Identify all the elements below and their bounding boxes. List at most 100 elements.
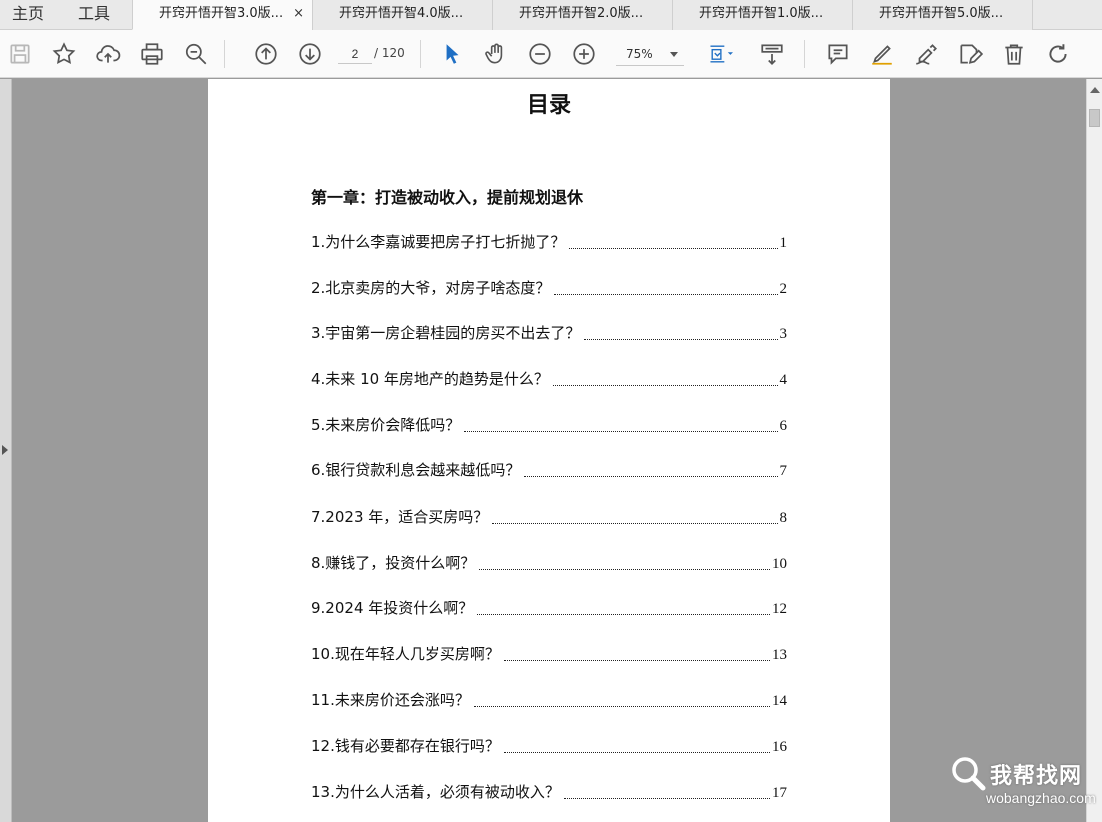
tab-bar-empty <box>1032 0 1102 29</box>
zoom-select[interactable]: 75% <box>616 44 684 66</box>
toc-entry-title: 13.为什么人活着，必须有被动收入？ <box>311 783 560 801</box>
magnifier-logo-icon <box>952 757 986 791</box>
toc-entry-page: 1 <box>779 235 788 251</box>
toc-entry[interactable]: 3.宇宙第一房企碧桂园的房买不出去了？ 3 <box>311 322 787 346</box>
toc-entry-title: 10.现在年轻人几岁买房啊？ <box>311 645 500 663</box>
toc-entry[interactable]: 5.未来房价会降低吗？ 6 <box>311 414 787 438</box>
rotate-icon[interactable] <box>1042 38 1074 70</box>
dot-leader <box>479 569 770 570</box>
comment-icon[interactable] <box>822 38 854 70</box>
edit-icon[interactable] <box>954 38 986 70</box>
dot-leader <box>492 523 778 524</box>
sign-icon[interactable] <box>910 38 942 70</box>
toc-entry-title: 5.未来房价会降低吗？ <box>311 416 461 434</box>
chapter-heading: 第一章：打造被动收入，提前规划退休 <box>311 188 584 207</box>
star-icon[interactable] <box>48 38 80 70</box>
toc-entry-page: 10 <box>772 556 787 572</box>
toc-entry-title: 8.赚钱了，投资什么啊？ <box>311 554 476 572</box>
toc-entry[interactable]: 10.现在年轻人几岁买房啊？ 13 <box>311 643 787 667</box>
page-title: 目录 <box>526 93 571 118</box>
upload-cloud-icon[interactable] <box>92 38 124 70</box>
toc-entry-title: 3.宇宙第一房企碧桂园的房买不出去了？ <box>311 324 581 342</box>
toc-entry-page: 4 <box>779 372 788 388</box>
prev-page-icon[interactable] <box>250 38 282 70</box>
toc-entry[interactable]: 4.未来 10 年房地产的趋势是什么？ 4 <box>311 368 787 392</box>
scroll-mode-icon[interactable] <box>756 38 788 70</box>
save-icon[interactable] <box>4 38 36 70</box>
toc-entry[interactable]: 11.未来房价还会涨吗？ 14 <box>311 689 787 713</box>
document-tab[interactable]: 开窍开悟开智4.0版... <box>312 0 492 30</box>
scroll-up-icon[interactable] <box>1090 87 1100 93</box>
toc-entry-page: 16 <box>772 739 787 755</box>
document-tab-label: 开窍开悟开智1.0版... <box>699 6 824 21</box>
watermark-text: 我帮找网 <box>990 764 1083 789</box>
document-tab-label: 开窍开悟开智5.0版... <box>879 6 1004 21</box>
dot-leader <box>584 339 778 340</box>
toc-entry-page: 17 <box>772 785 787 801</box>
zoom-search-icon[interactable] <box>180 38 212 70</box>
dot-leader <box>563 798 770 799</box>
toc-entry-title: 12.钱有必要都存在银行吗？ <box>311 737 500 755</box>
pdf-reader-app: 主页 工具 开窍开悟开智3.0版... × 开窍开悟开智4.0版... 开窍开悟… <box>0 0 1102 822</box>
toc-entry-title: 7.2023 年，适合买房吗？ <box>311 508 489 526</box>
document-tab[interactable]: 开窍开悟开智1.0版... <box>672 0 852 30</box>
watermark: 我帮找网 wobangzhao.com <box>946 752 1096 818</box>
toc-entry-page: 2 <box>779 281 788 297</box>
tab-bar: 主页 工具 开窍开悟开智3.0版... × 开窍开悟开智4.0版... 开窍开悟… <box>0 0 1102 30</box>
scrollbar-thumb[interactable] <box>1089 109 1100 127</box>
side-panel-toggle[interactable] <box>0 79 12 822</box>
toc-entry[interactable]: 7.2023 年，适合买房吗？ 8 <box>311 506 787 530</box>
close-tab-icon[interactable]: × <box>293 0 304 28</box>
document-tab[interactable]: 开窍开悟开智2.0版... <box>492 0 672 30</box>
document-page: 目录 第一章：打造被动收入，提前规划退休 1.为什么李嘉诚要把房子打七折抛了？ 1… <box>208 79 890 822</box>
fit-page-icon[interactable] <box>700 38 740 70</box>
dot-leader <box>477 614 770 615</box>
toc-entry[interactable]: 9.2024 年投资什么啊？ 12 <box>311 597 787 621</box>
toc-entry-page: 7 <box>779 463 788 479</box>
toc-entry[interactable]: 8.赚钱了，投资什么啊？ 10 <box>311 552 787 576</box>
toc-entry[interactable]: 1.为什么李嘉诚要把房子打七折抛了？ 1 <box>311 231 787 255</box>
toc-entry-title: 9.2024 年投资什么啊？ <box>311 599 474 617</box>
toc-entry-title: 6.银行贷款利息会越来越低吗？ <box>311 461 521 479</box>
vertical-scrollbar[interactable] <box>1086 79 1102 822</box>
expand-panel-icon <box>2 445 8 455</box>
current-page-input[interactable] <box>338 44 372 64</box>
toc-entry-page: 6 <box>779 418 788 434</box>
toolbar-separator <box>420 40 421 68</box>
dot-leader <box>524 476 778 477</box>
toc-entry[interactable]: 6.银行贷款利息会越来越低吗？ 7 <box>311 459 787 483</box>
toolbar-separator <box>224 40 225 68</box>
dot-leader <box>569 248 778 249</box>
document-viewer[interactable]: 目录 第一章：打造被动收入，提前规划退休 1.为什么李嘉诚要把房子打七折抛了？ 1… <box>0 79 1086 822</box>
toc-entry-page: 13 <box>772 647 787 663</box>
hand-icon[interactable] <box>480 38 512 70</box>
toc-entry[interactable]: 13.为什么人活着，必须有被动收入？ 17 <box>311 781 787 805</box>
print-icon[interactable] <box>136 38 168 70</box>
zoom-in-icon[interactable] <box>568 38 600 70</box>
toolbar-separator <box>804 40 805 68</box>
document-tab-label: 开窍开悟开智3.0版... <box>159 6 284 21</box>
next-page-icon[interactable] <box>294 38 326 70</box>
dot-leader <box>473 706 770 707</box>
highlight-icon[interactable] <box>866 38 898 70</box>
toc-entry-title: 11.未来房价还会涨吗？ <box>311 691 470 709</box>
dot-leader <box>554 294 778 295</box>
dot-leader <box>464 431 778 432</box>
document-tab[interactable]: 开窍开悟开智5.0版... <box>852 0 1032 30</box>
select-cursor-icon[interactable] <box>436 38 468 70</box>
menu-tools[interactable]: 工具 <box>56 0 132 30</box>
toc-entry-title: 2.北京卖房的大爷，对房子啥态度？ <box>311 279 551 297</box>
document-tab-label: 开窍开悟开智4.0版... <box>339 6 464 21</box>
toc-entry[interactable]: 2.北京卖房的大爷，对房子啥态度？ 2 <box>311 277 787 301</box>
document-tab-label: 开窍开悟开智2.0版... <box>519 6 644 21</box>
zoom-value: 75% <box>626 47 653 61</box>
menu-home[interactable]: 主页 <box>0 0 56 30</box>
toc-entry-page: 3 <box>779 326 788 342</box>
document-tab-active[interactable]: 开窍开悟开智3.0版... × <box>132 0 312 30</box>
chevron-down-icon <box>670 52 678 57</box>
zoom-out-icon[interactable] <box>524 38 556 70</box>
toc-entry[interactable]: 12.钱有必要都存在银行吗？ 16 <box>311 735 787 759</box>
delete-icon[interactable] <box>998 38 1030 70</box>
toc-entry-page: 14 <box>772 693 787 709</box>
toc-entry-page: 12 <box>772 601 787 617</box>
